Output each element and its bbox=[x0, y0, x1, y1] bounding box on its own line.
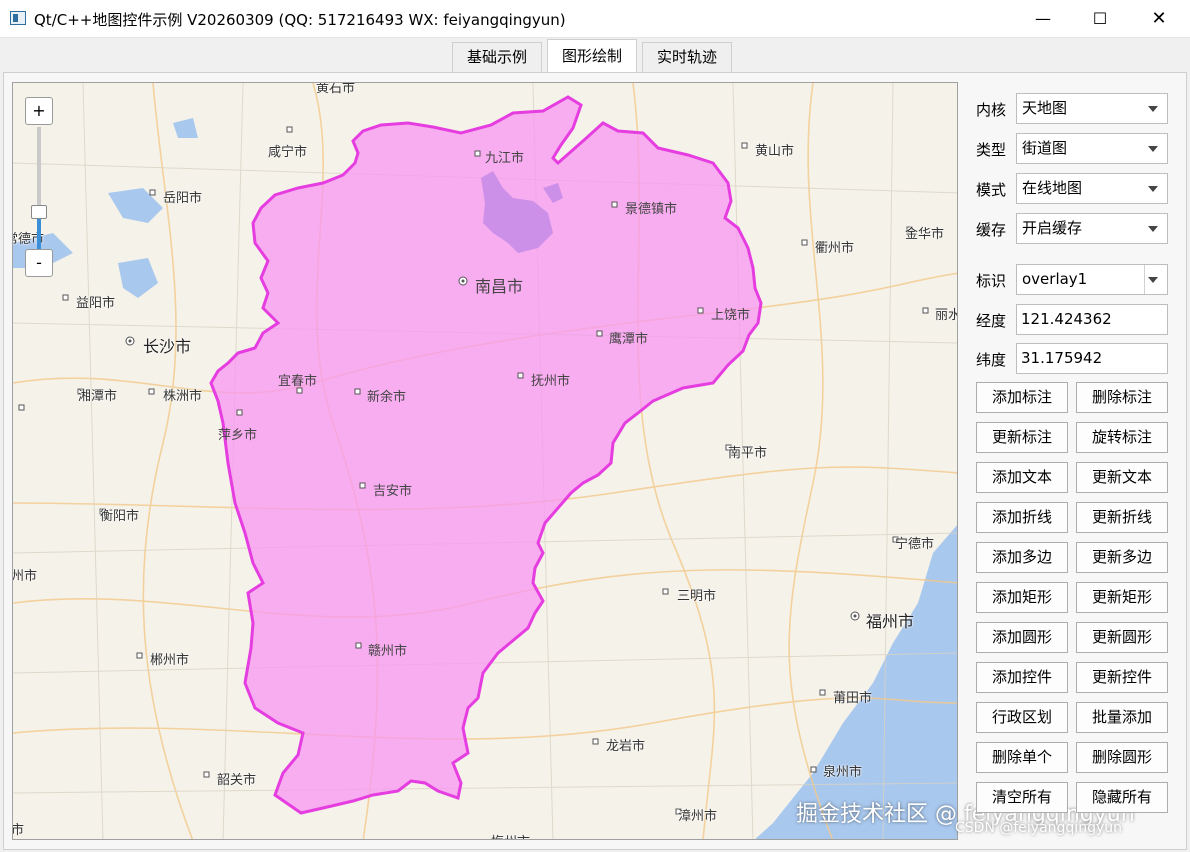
title-bar: Qt/C++地图控件示例 V20260309 (QQ: 517216493 WX… bbox=[0, 0, 1190, 38]
zoom-control: + - bbox=[25, 97, 53, 277]
tab-graphics-drawing[interactable]: 图形绘制 bbox=[547, 39, 638, 73]
type-select[interactable]: 街道图 bbox=[1016, 133, 1168, 164]
update-text-button[interactable]: 更新文本 bbox=[1076, 462, 1168, 493]
city-label: 萍乡市 bbox=[218, 428, 258, 443]
cache-value: 开启缓存 bbox=[1022, 219, 1083, 237]
ident-label: 标识 bbox=[976, 272, 1007, 290]
city-label: 梅州市 bbox=[491, 831, 530, 839]
city-label: 上饶市 bbox=[711, 308, 751, 323]
chevron-down-icon bbox=[1148, 226, 1158, 232]
map-basemap bbox=[13, 83, 957, 839]
longitude-input[interactable]: 121.424362 bbox=[1016, 304, 1168, 335]
lng-label: 经度 bbox=[976, 312, 1007, 330]
chevron-down-icon bbox=[1148, 146, 1158, 152]
city-label: 宁德市 bbox=[895, 537, 935, 552]
chevron-down-icon[interactable] bbox=[1148, 277, 1158, 283]
zoom-out-button[interactable]: - bbox=[25, 249, 53, 277]
mode-select[interactable]: 在线地图 bbox=[1016, 173, 1168, 204]
add-circle-button[interactable]: 添加圆形 bbox=[976, 622, 1068, 653]
minimize-button[interactable]: — bbox=[1020, 0, 1066, 38]
maximize-button[interactable]: ☐ bbox=[1077, 0, 1123, 38]
cache-label: 缓存 bbox=[976, 221, 1007, 239]
city-label: 岳阳市 bbox=[163, 191, 203, 206]
delete-circle-button[interactable]: 删除圆形 bbox=[1076, 742, 1168, 773]
city-label: 赣州市 bbox=[368, 644, 408, 659]
city-label: 泉州市 bbox=[823, 765, 863, 780]
city-label: 吉安市 bbox=[373, 484, 413, 499]
cache-select[interactable]: 开启缓存 bbox=[1016, 213, 1168, 244]
add-polygon-button[interactable]: 添加多边 bbox=[976, 542, 1068, 573]
add-rectangle-button[interactable]: 添加矩形 bbox=[976, 582, 1068, 613]
city-label: 湘潭市 bbox=[78, 389, 118, 404]
city-label: 市 bbox=[12, 823, 25, 838]
update-marker-button[interactable]: 更新标注 bbox=[976, 422, 1068, 453]
batch-add-button[interactable]: 批量添加 bbox=[1076, 702, 1168, 733]
city-label: 龙岩市 bbox=[606, 739, 646, 754]
latitude-input[interactable]: 31.175942 bbox=[1016, 343, 1168, 374]
window-title: Qt/C++地图控件示例 V20260309 (QQ: 517216493 WX… bbox=[34, 11, 566, 29]
city-label: 金华市 bbox=[905, 227, 945, 242]
city-label: 韶关市 bbox=[217, 773, 257, 788]
city-label: 丽水 bbox=[935, 308, 957, 323]
admin-division-button[interactable]: 行政区划 bbox=[976, 702, 1068, 733]
update-polygon-button[interactable]: 更新多边 bbox=[1076, 542, 1168, 573]
city-label: 咸宁市 bbox=[268, 145, 308, 160]
city-label: 郴州市 bbox=[150, 653, 190, 668]
add-text-button[interactable]: 添加文本 bbox=[976, 462, 1068, 493]
lat-label: 纬度 bbox=[976, 351, 1007, 369]
city-label: 宜春市 bbox=[278, 374, 318, 389]
tab-realtime-track[interactable]: 实时轨迹 bbox=[642, 42, 733, 72]
zoom-in-button[interactable]: + bbox=[25, 97, 53, 125]
city-label: 抚州市 bbox=[531, 374, 571, 389]
chevron-down-icon bbox=[1148, 106, 1158, 112]
city-label: 九江市 bbox=[485, 151, 525, 166]
type-label: 类型 bbox=[976, 141, 1007, 159]
chevron-down-icon bbox=[1148, 186, 1158, 192]
city-label: 株洲市 bbox=[163, 389, 203, 404]
tab-bar: 基础示例 图形绘制 实时轨迹 bbox=[0, 38, 1190, 73]
zoom-slider-handle[interactable] bbox=[31, 205, 47, 220]
add-marker-button[interactable]: 添加标注 bbox=[976, 382, 1068, 413]
add-polyline-button[interactable]: 添加折线 bbox=[976, 502, 1068, 533]
delete-marker-button[interactable]: 删除标注 bbox=[1076, 382, 1168, 413]
update-rectangle-button[interactable]: 更新矩形 bbox=[1076, 582, 1168, 613]
city-label: 鹰潭市 bbox=[609, 332, 649, 347]
update-circle-button[interactable]: 更新圆形 bbox=[1076, 622, 1168, 653]
tab-basic-demo[interactable]: 基础示例 bbox=[452, 42, 543, 72]
city-label: 景德镇市 bbox=[625, 202, 678, 217]
kernel-label: 内核 bbox=[976, 101, 1007, 119]
mode-value: 在线地图 bbox=[1022, 179, 1083, 197]
close-button[interactable]: ✕ bbox=[1136, 0, 1182, 38]
ident-value[interactable]: overlay1 bbox=[1022, 270, 1087, 288]
type-value: 街道图 bbox=[1022, 139, 1068, 157]
kernel-value: 天地图 bbox=[1022, 99, 1068, 117]
update-widget-button[interactable]: 更新控件 bbox=[1076, 662, 1168, 693]
add-widget-button[interactable]: 添加控件 bbox=[976, 662, 1068, 693]
city-label: 黄石市 bbox=[316, 82, 356, 96]
hide-all-button[interactable]: 隐藏所有 bbox=[1076, 782, 1168, 813]
update-polyline-button[interactable]: 更新折线 bbox=[1076, 502, 1168, 533]
city-label: 益阳市 bbox=[76, 296, 116, 311]
city-label: 南昌市 bbox=[475, 277, 524, 296]
mode-label: 模式 bbox=[976, 181, 1007, 199]
city-label: 衡阳市 bbox=[100, 509, 140, 524]
city-label: 新余市 bbox=[367, 390, 407, 405]
ident-combo[interactable]: overlay1 bbox=[1016, 264, 1168, 295]
city-label: 州市 bbox=[12, 569, 38, 584]
control-panel: 内核 天地图 类型 街道图 模式 在线地图 缓存 开启缓存 标识 overlay… bbox=[966, 82, 1178, 842]
city-label: 南平市 bbox=[728, 446, 768, 461]
app-icon bbox=[10, 11, 26, 25]
map-view[interactable]: 九江市 景德镇市 南昌市 上饶市 鹰潭市 宜春市 新余市 抚州市 萍乡市 吉安市… bbox=[12, 82, 958, 840]
rotate-marker-button[interactable]: 旋转标注 bbox=[1076, 422, 1168, 453]
city-label: 漳州市 bbox=[678, 809, 718, 824]
city-label: 三明市 bbox=[677, 589, 717, 604]
city-label: 莆田市 bbox=[833, 691, 873, 706]
delete-single-button[interactable]: 删除单个 bbox=[976, 742, 1068, 773]
city-label: 长沙市 bbox=[143, 337, 192, 356]
city-label: 衢州市 bbox=[815, 241, 855, 256]
clear-all-button[interactable]: 清空所有 bbox=[976, 782, 1068, 813]
city-label: 黄山市 bbox=[755, 144, 795, 159]
city-label: 福州市 bbox=[866, 612, 915, 631]
kernel-select[interactable]: 天地图 bbox=[1016, 93, 1168, 124]
